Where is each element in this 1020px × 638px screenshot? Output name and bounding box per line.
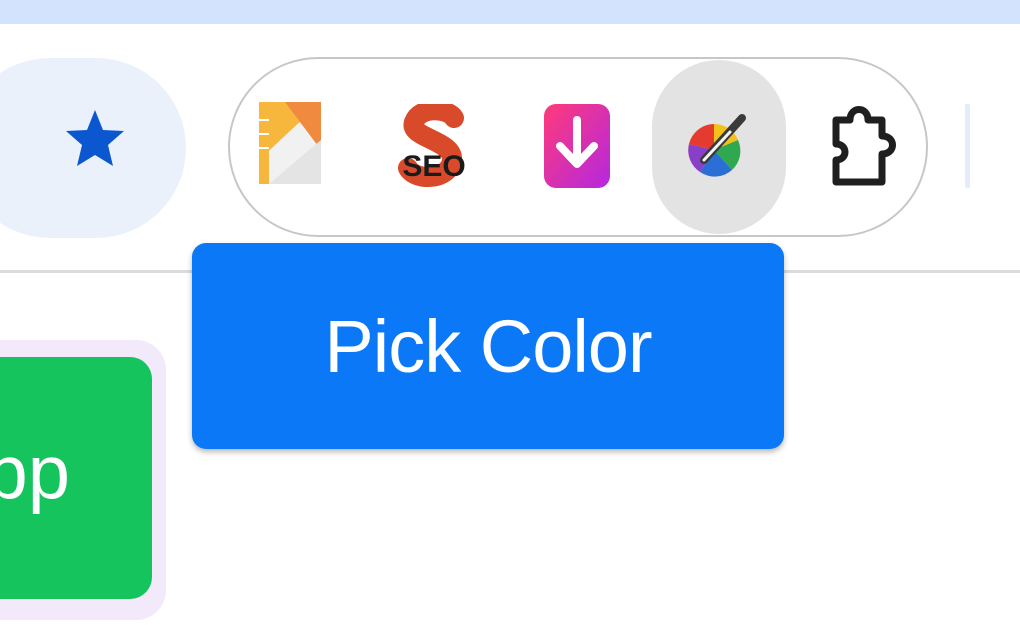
tab-strip [0,0,1020,24]
color-picker-extension-icon[interactable] [686,108,750,182]
seo-label: SEO [402,150,465,183]
download-extension-icon[interactable] [540,100,614,192]
seo-extension-icon[interactable]: SEO [398,104,470,190]
star-icon[interactable] [62,106,128,172]
tooltip-label: Pick Color [324,304,652,388]
page-button-label: pp [0,430,70,515]
ruler-extension-icon[interactable] [257,100,327,190]
pick-color-tooltip: Pick Color [192,243,784,449]
side-panel-separator [965,104,970,188]
puzzle-extensions-icon[interactable] [826,100,900,190]
page-action-button[interactable]: pp [0,357,152,599]
